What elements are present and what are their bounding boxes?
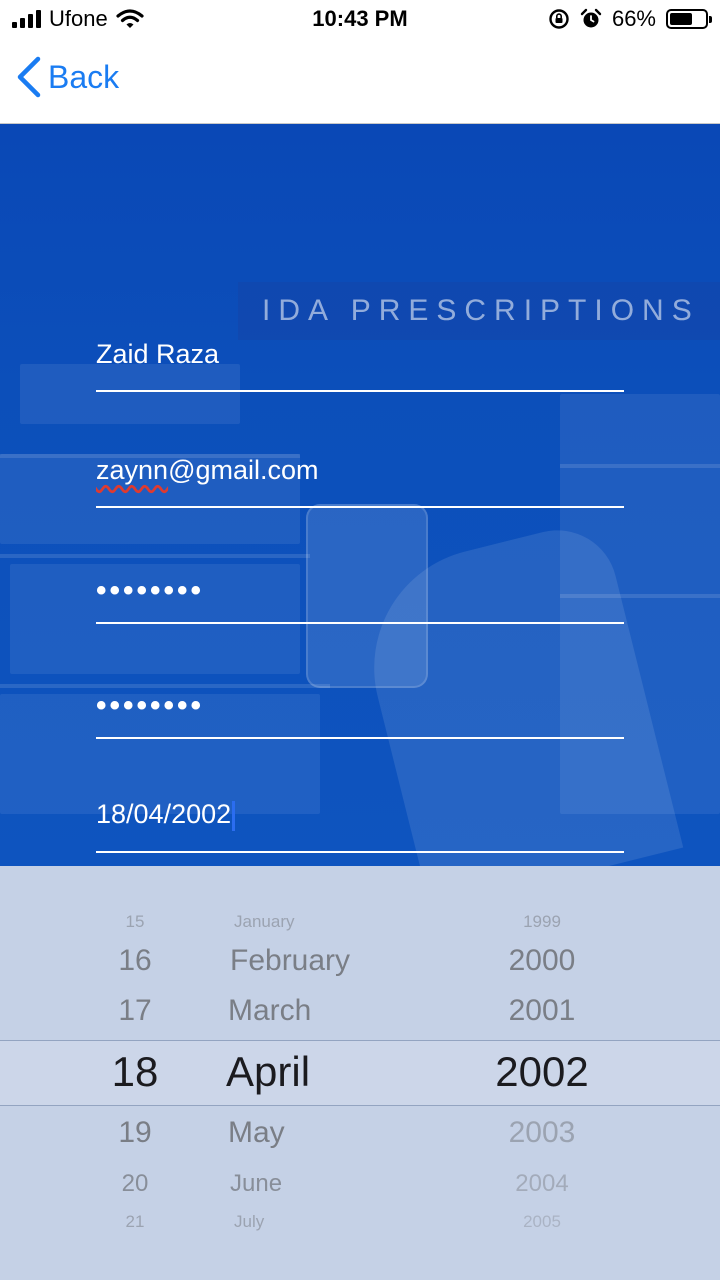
misspelled-word: zaynn bbox=[96, 455, 169, 485]
year-wheel[interactable]: 1999 2000 2001 2002 2003 2004 2005 bbox=[470, 866, 614, 1280]
picker-month[interactable]: July bbox=[234, 1212, 474, 1232]
picker-year[interactable]: 2004 bbox=[470, 1170, 614, 1198]
email-field[interactable]: zaynn@gmail.com bbox=[96, 442, 624, 508]
password-value: •••••••• bbox=[96, 574, 205, 607]
picker-day[interactable]: 21 bbox=[100, 1212, 170, 1232]
name-field[interactable]: Zaid Raza bbox=[96, 326, 624, 392]
picker-month[interactable]: May bbox=[228, 1116, 468, 1150]
status-right: 66% bbox=[548, 6, 712, 32]
picker-day[interactable]: 17 bbox=[100, 994, 170, 1028]
navigation-bar: Back bbox=[0, 40, 720, 124]
picker-year[interactable]: 2003 bbox=[470, 1116, 614, 1150]
date-picker[interactable]: 15 16 17 18 19 20 21 January February Ma… bbox=[0, 866, 720, 1280]
battery-icon bbox=[666, 9, 712, 29]
back-label: Back bbox=[48, 58, 120, 95]
status-bar: Ufone 10:43 PM 66% bbox=[0, 0, 720, 40]
text-cursor bbox=[232, 801, 236, 831]
name-value: Zaid Raza bbox=[96, 339, 220, 369]
picker-year[interactable]: 1999 bbox=[470, 912, 614, 932]
dob-value: 18/04/2002 bbox=[96, 799, 232, 830]
picker-year[interactable]: 2001 bbox=[470, 994, 614, 1028]
alarm-icon bbox=[580, 8, 602, 28]
email-domain: @gmail.com bbox=[168, 455, 319, 485]
picker-year[interactable]: 2000 bbox=[470, 944, 614, 978]
picker-month[interactable]: June bbox=[230, 1170, 470, 1198]
picker-year-selected[interactable]: 2002 bbox=[470, 1048, 614, 1096]
signup-form-background: IDA PRESCRIPTIONS Zaid Raza zaynn@gmail.… bbox=[0, 124, 720, 866]
picker-day-selected[interactable]: 18 bbox=[100, 1048, 170, 1096]
email-value: zaynn@gmail.com bbox=[96, 455, 319, 486]
date-of-birth-field[interactable]: 18/04/2002 bbox=[96, 787, 624, 853]
battery-percent: 66% bbox=[611, 6, 656, 31]
confirm-password-value: •••••••• bbox=[96, 689, 205, 722]
picker-month[interactable]: March bbox=[228, 994, 468, 1028]
battery-fill bbox=[670, 13, 692, 25]
password-field[interactable]: •••••••• bbox=[96, 558, 624, 624]
day-wheel[interactable]: 15 16 17 18 19 20 21 bbox=[100, 866, 170, 1280]
dob-value-wrap: 18/04/2002 bbox=[96, 799, 236, 831]
picker-day[interactable]: 15 bbox=[100, 912, 170, 932]
picker-month[interactable]: February bbox=[230, 944, 470, 978]
confirm-password-field[interactable]: •••••••• bbox=[96, 673, 624, 739]
picker-year[interactable]: 2005 bbox=[470, 1212, 614, 1232]
picker-day[interactable]: 19 bbox=[100, 1116, 170, 1150]
month-wheel[interactable]: January February March April May June Ju… bbox=[226, 866, 466, 1280]
chevron-left-icon bbox=[17, 56, 41, 98]
picker-month[interactable]: January bbox=[234, 912, 474, 932]
rotation-lock-icon bbox=[549, 9, 569, 29]
picker-day[interactable]: 16 bbox=[100, 944, 170, 978]
picker-month-selected[interactable]: April bbox=[226, 1048, 466, 1096]
picker-day[interactable]: 20 bbox=[100, 1170, 170, 1198]
back-button[interactable]: Back bbox=[16, 56, 119, 98]
